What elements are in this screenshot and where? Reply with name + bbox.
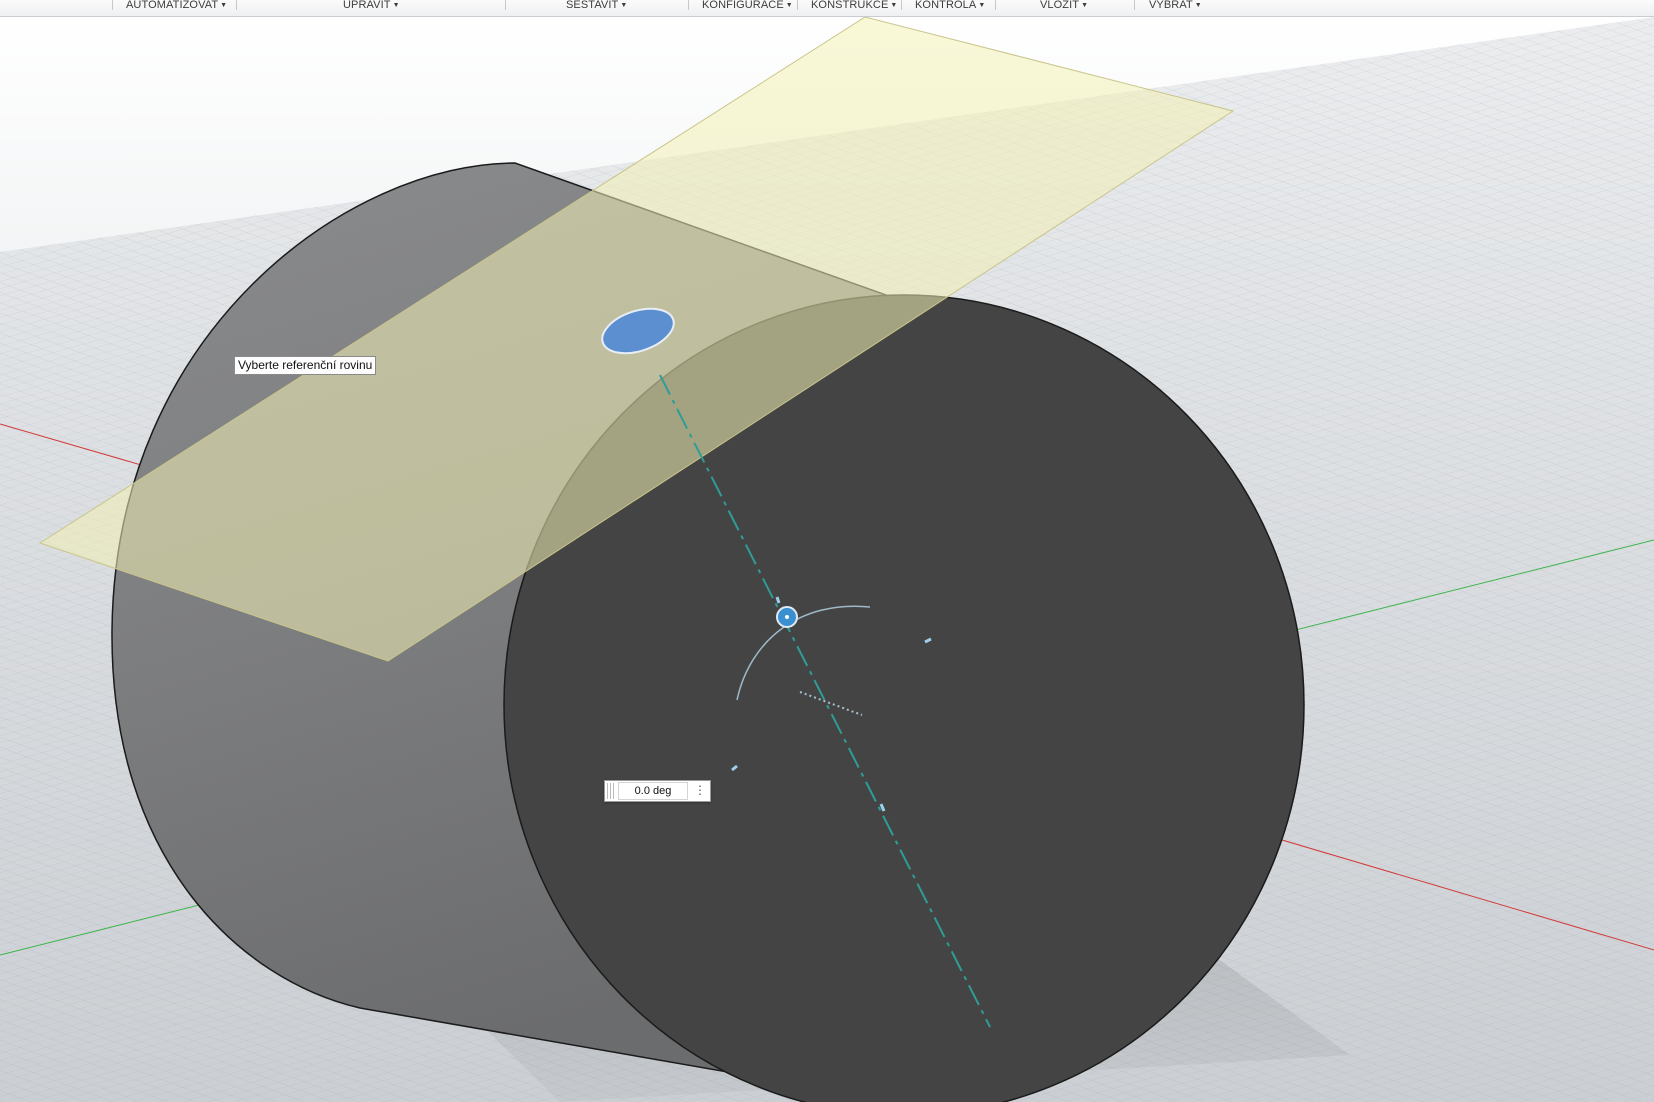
caret-down-icon: ▼: [978, 2, 986, 9]
menu-label: KONTROLA: [915, 0, 977, 11]
arc-marker: [775, 596, 781, 604]
menu-separator: [901, 0, 902, 10]
menu-label: KONFIGURACE: [702, 0, 784, 11]
menu-automatizovat[interactable]: AUTOMATIZOVAT ▼: [126, 0, 227, 16]
menu-separator: [505, 0, 506, 10]
rotation-pivot-dot: [785, 615, 789, 619]
caret-down-icon: ▼: [890, 2, 898, 9]
caret-down-icon: ▼: [220, 2, 228, 9]
drag-handle-icon[interactable]: [607, 783, 615, 799]
menu-label: AUTOMATIZOVAT: [126, 0, 219, 11]
menu-separator: [688, 0, 689, 10]
menu-vlozit[interactable]: VLOŽIT ▼: [1040, 0, 1088, 16]
caret-down-icon: ▼: [785, 2, 793, 9]
menu-konfigurace[interactable]: KONFIGURACE ▼: [702, 0, 793, 16]
more-options-icon[interactable]: ⋮: [693, 782, 707, 800]
3d-viewport[interactable]: [0, 17, 1654, 1102]
reference-plane-tooltip: Vyberte referenční rovinu: [234, 356, 377, 375]
menu-upravit[interactable]: UPRAVIT ▼: [343, 0, 400, 16]
caret-down-icon: ▼: [1081, 2, 1089, 9]
menu-separator: [236, 0, 237, 10]
menu-separator: [995, 0, 996, 10]
menu-konstrukce[interactable]: KONSTRUKCE ▼: [811, 0, 897, 16]
ribbon-toolbar: AUTOMATIZOVAT ▼ UPRAVIT ▼ SESTAVIT ▼ KONFIG…: [0, 0, 1654, 17]
menu-separator: [797, 0, 798, 10]
angle-input-box: 0.0 deg ⋮: [604, 780, 711, 802]
menu-vybrat[interactable]: VYBRAT ▼: [1149, 0, 1202, 16]
menu-label: SESTAVIT: [566, 0, 619, 11]
caret-down-icon: ▼: [620, 2, 628, 9]
menu-label: KONSTRUKCE: [811, 0, 889, 11]
angle-input-field[interactable]: 0.0 deg: [618, 782, 688, 800]
menu-label: VYBRAT: [1149, 0, 1193, 11]
menu-label: VLOŽIT: [1040, 0, 1080, 11]
menu-label: UPRAVIT: [343, 0, 391, 11]
menu-separator: [112, 0, 113, 10]
menu-sestavit[interactable]: SESTAVIT ▼: [566, 0, 627, 16]
caret-down-icon: ▼: [392, 2, 400, 9]
menu-kontrola[interactable]: KONTROLA ▼: [915, 0, 985, 16]
menu-separator: [1134, 0, 1135, 10]
caret-down-icon: ▼: [1194, 2, 1202, 9]
